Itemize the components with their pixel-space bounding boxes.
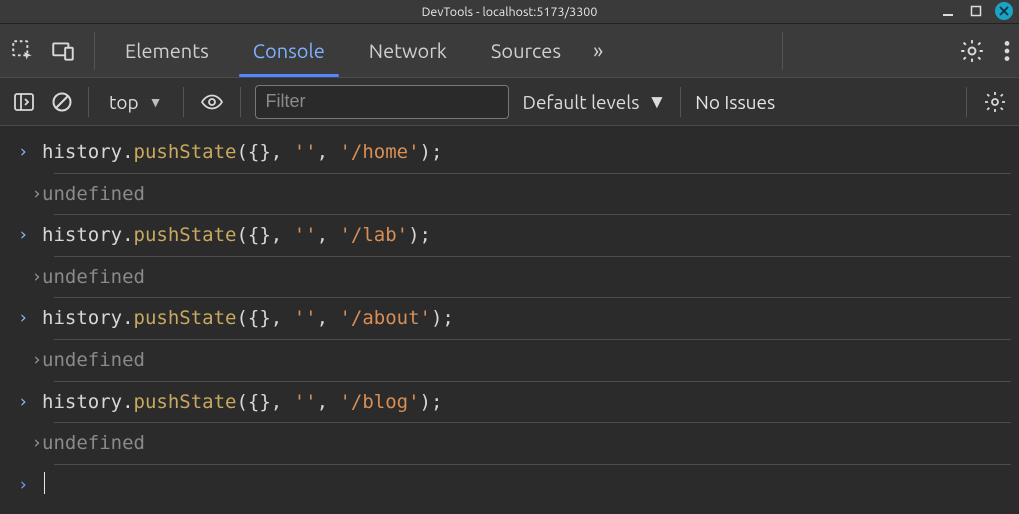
- input-arrow-icon: ›: [18, 222, 42, 248]
- window-minimize-button[interactable]: [939, 2, 957, 20]
- window-maximize-button[interactable]: [967, 2, 985, 20]
- console-settings-gear-icon[interactable]: [983, 90, 1007, 114]
- console-code: history.pushState({}, '', '/home');: [42, 139, 442, 166]
- toggle-sidebar-icon[interactable]: [12, 90, 36, 114]
- more-tabs-icon[interactable]: »: [583, 38, 613, 63]
- tab-sources[interactable]: Sources: [469, 24, 583, 77]
- input-arrow-icon: ›: [18, 139, 42, 165]
- devtools-main-toolbar: ElementsConsoleNetworkSources »: [0, 24, 1019, 78]
- return-arrow-icon: ‹: [18, 264, 42, 290]
- console-code: history.pushState({}, '', '/lab');: [42, 222, 431, 249]
- console-code: history.pushState({}, '', '/blog');: [42, 389, 442, 416]
- tab-network[interactable]: Network: [347, 24, 469, 77]
- chevron-down-icon: ▼: [647, 90, 666, 114]
- device-toolbar-icon[interactable]: [50, 38, 76, 64]
- execution-context-selector[interactable]: top ▼: [103, 91, 169, 113]
- console-return-value: undefined: [42, 264, 145, 291]
- input-arrow-icon: ›: [18, 305, 42, 331]
- return-arrow-icon: ‹: [18, 430, 42, 456]
- window-titlebar: DevTools - localhost:5173/3300: [0, 0, 1019, 24]
- window-title: DevTools - localhost:5173/3300: [422, 5, 598, 19]
- console-log: ›history.pushState({}, '', '/home');‹und…: [0, 126, 1019, 505]
- return-arrow-icon: ‹: [18, 181, 42, 207]
- console-return-value: undefined: [42, 347, 145, 374]
- console-return-row: ‹undefined: [0, 340, 1019, 381]
- tab-console[interactable]: Console: [231, 24, 347, 77]
- console-return-row: ‹undefined: [0, 423, 1019, 464]
- clear-console-icon[interactable]: [50, 90, 74, 114]
- console-return-row: ‹undefined: [0, 257, 1019, 298]
- chevron-down-icon: ▼: [149, 94, 163, 110]
- console-return-value: undefined: [42, 430, 145, 457]
- text-caret: [44, 472, 45, 494]
- console-code: history.pushState({}, '', '/about');: [42, 305, 454, 332]
- window-controls: [939, 2, 1013, 20]
- console-input-row: ›history.pushState({}, '', '/about');: [0, 298, 1019, 339]
- tab-elements[interactable]: Elements: [103, 24, 231, 77]
- input-arrow-icon: ›: [18, 472, 42, 498]
- console-filter-input[interactable]: [255, 85, 509, 119]
- console-return-value: undefined: [42, 181, 145, 208]
- console-input-row: ›history.pushState({}, '', '/lab');: [0, 215, 1019, 256]
- issues-button[interactable]: No Issues: [695, 91, 775, 113]
- console-return-row: ‹undefined: [0, 174, 1019, 215]
- log-levels-selector[interactable]: Default levels ▼: [523, 90, 667, 114]
- console-input-row: ›history.pushState({}, '', '/home');: [0, 132, 1019, 173]
- console-input-row: ›history.pushState({}, '', '/blog');: [0, 382, 1019, 423]
- context-label: top: [109, 91, 139, 113]
- window-close-button[interactable]: [995, 2, 1013, 20]
- inspect-element-icon[interactable]: [10, 38, 36, 64]
- live-expression-icon[interactable]: [198, 90, 226, 114]
- input-arrow-icon: ›: [18, 389, 42, 415]
- panel-tabs: ElementsConsoleNetworkSources: [103, 24, 583, 77]
- console-prompt[interactable]: ›: [0, 465, 1019, 505]
- kebab-menu-icon[interactable]: [1003, 38, 1011, 64]
- return-arrow-icon: ‹: [18, 347, 42, 373]
- console-toolbar: top ▼ Default levels ▼ No Issues: [0, 78, 1019, 126]
- settings-gear-icon[interactable]: [959, 38, 985, 64]
- levels-label: Default levels: [523, 91, 640, 113]
